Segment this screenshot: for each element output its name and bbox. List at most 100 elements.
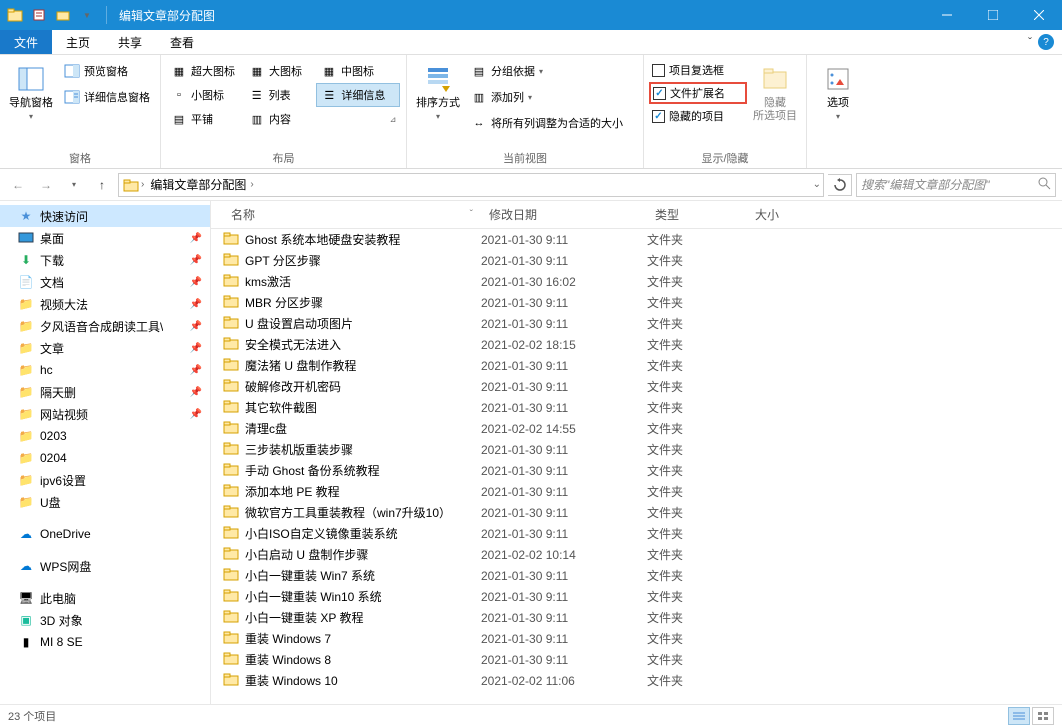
file-modified: 2021-01-30 9:11 [481,632,647,646]
hidden-items-toggle[interactable]: 隐藏的项目 [650,105,746,127]
list-item[interactable]: 三步装机版重装步骤2021-01-30 9:11文件夹 [211,439,1062,460]
nav-wenzhang[interactable]: 📁文章📌 [0,337,210,359]
nav-downloads[interactable]: ⬇下载📌 [0,249,210,271]
close-button[interactable] [1016,0,1062,30]
list-item[interactable]: 清理c盘2021-02-02 14:55文件夹 [211,418,1062,439]
menu-view[interactable]: 查看 [156,30,208,54]
layout-content[interactable]: ▥内容 [245,107,317,131]
list-item[interactable]: 小白一键重装 Win7 系统2021-01-30 9:11文件夹 [211,565,1062,586]
checkbox-checked-icon [653,87,666,100]
preview-pane-button[interactable]: 预览窗格 [60,59,154,83]
menu-file[interactable]: 文件 [0,30,52,54]
view-icons-toggle[interactable] [1032,707,1054,725]
list-item[interactable]: MBR 分区步骤2021-01-30 9:11文件夹 [211,292,1062,313]
col-size[interactable]: 大小 [747,206,827,223]
breadcrumb[interactable]: › 编辑文章部分配图› ⌄ [118,173,824,197]
col-type[interactable]: 类型 [647,206,747,223]
col-name[interactable]: 名称ˇ [223,206,481,223]
breadcrumb-dropdown-icon[interactable]: ⌄ [813,179,821,190]
help-icon[interactable]: ? [1038,34,1054,50]
nav-udisk[interactable]: 📁U盘 [0,491,210,513]
list-item[interactable]: 破解修改开机密码2021-01-30 9:11文件夹 [211,376,1062,397]
nav-mi8se[interactable]: ▮MI 8 SE [0,631,210,653]
breadcrumb-segment[interactable]: 编辑文章部分配图› [144,176,259,193]
minimize-button[interactable] [924,0,970,30]
autofit-button[interactable]: ↔将所有列调整为合适的大小 [467,111,637,135]
nav-websitevid[interactable]: 📁网站视频📌 [0,403,210,425]
list-item[interactable]: 重装 Windows 72021-01-30 9:11文件夹 [211,628,1062,649]
list-item[interactable]: 魔法猪 U 盘制作教程2021-01-30 9:11文件夹 [211,355,1062,376]
layout-medium[interactable]: ▦中图标 [317,59,389,83]
menu-share[interactable]: 共享 [104,30,156,54]
groupby-button[interactable]: ▤分组依据 ▾ [467,59,637,83]
nav-video[interactable]: 📁视频大法📌 [0,293,210,315]
list-item[interactable]: 重装 Windows 102021-02-02 11:06文件夹 [211,670,1062,691]
maximize-button[interactable] [970,0,1016,30]
folder-icon [223,335,239,354]
qat-dropdown-icon[interactable]: ▼ [76,4,98,26]
col-modified[interactable]: 修改日期 [481,206,647,223]
view-details-toggle[interactable] [1008,707,1030,725]
list-item[interactable]: 微软官方工具重装教程（win7升级10）2021-01-30 9:11文件夹 [211,502,1062,523]
refresh-button[interactable] [828,174,852,196]
nav-recent-dropdown[interactable]: ▾ [62,173,86,197]
layout-small[interactable]: ▫小图标 [167,83,245,107]
qat-properties-icon[interactable] [28,4,50,26]
list-item[interactable]: GPT 分区步骤2021-01-30 9:11文件夹 [211,250,1062,271]
nav-hc[interactable]: 📁hc📌 [0,359,210,381]
folder-icon [223,503,239,522]
layout-list[interactable]: ☰列表 [245,83,317,107]
search-input[interactable]: 搜索"编辑文章部分配图" [856,173,1056,197]
large-icons-icon: ▦ [249,63,265,79]
sort-button[interactable]: 排序方式 ▾ [413,59,463,148]
list-item[interactable]: 重装 Windows 82021-01-30 9:11文件夹 [211,649,1062,670]
list-item[interactable]: 小白一键重装 XP 教程2021-01-30 9:11文件夹 [211,607,1062,628]
file-type: 文件夹 [647,231,747,248]
options-button[interactable]: 选项 ▾ [813,59,863,152]
hide-selected-button[interactable]: 隐藏 所选项目 [750,59,800,148]
file-name: 微软官方工具重装教程（win7升级10） [245,504,451,521]
layout-xlarge[interactable]: ▦超大图标 [167,59,245,83]
file-modified: 2021-01-30 9:11 [481,653,647,667]
menu-home[interactable]: 主页 [52,30,104,54]
nav-0204[interactable]: 📁0204 [0,447,210,469]
ribbon-expand-icon[interactable]: ˇ [1028,35,1032,49]
list-item[interactable]: U 盘设置启动项图片2021-01-30 9:11文件夹 [211,313,1062,334]
nav-quickaccess[interactable]: ★快速访问 [0,205,210,227]
nav-voice[interactable]: 📁夕风语音合成朗读工具\📌 [0,315,210,337]
nav-onedrive[interactable]: ☁OneDrive [0,523,210,545]
list-item[interactable]: kms激活2021-01-30 16:02文件夹 [211,271,1062,292]
layout-details[interactable]: ☰详细信息 [316,83,400,107]
nav-gtshan[interactable]: 📁隔天删📌 [0,381,210,403]
nav-pane-button[interactable]: 导航窗格 ▾ [6,59,56,148]
list-item[interactable]: 其它软件截图2021-01-30 9:11文件夹 [211,397,1062,418]
preview-pane-icon [64,63,80,79]
nav-back-button[interactable]: ← [6,173,30,197]
list-item[interactable]: 小白启动 U 盘制作步骤2021-02-02 10:14文件夹 [211,544,1062,565]
details-pane-button[interactable]: 详细信息窗格 [60,85,154,109]
file-name: 重装 Windows 8 [245,651,331,668]
layout-more-icon[interactable]: ⊿ [390,115,397,124]
file-extensions-toggle[interactable]: 文件扩展名 [649,82,747,104]
list-item[interactable]: 安全模式无法进入2021-02-02 18:15文件夹 [211,334,1062,355]
nav-wps[interactable]: ☁WPS网盘 [0,555,210,577]
list-item[interactable]: Ghost 系统本地硬盘安装教程2021-01-30 9:11文件夹 [211,229,1062,250]
layout-tile[interactable]: ▤平铺 [167,107,245,131]
addcols-button[interactable]: ▥添加列 ▾ [467,85,637,109]
nav-0203[interactable]: 📁0203 [0,425,210,447]
qat-newfolder-icon[interactable] [52,4,74,26]
list-item[interactable]: 手动 Ghost 备份系统教程2021-01-30 9:11文件夹 [211,460,1062,481]
nav-forward-button[interactable]: → [34,173,58,197]
pin-icon: 📌 [190,321,202,332]
nav-desktop[interactable]: 桌面📌 [0,227,210,249]
nav-up-button[interactable]: ↑ [90,173,114,197]
nav-thispc[interactable]: 🖥此电脑 [0,587,210,609]
layout-large[interactable]: ▦大图标 [245,59,317,83]
list-item[interactable]: 小白ISO自定义镜像重装系统2021-01-30 9:11文件夹 [211,523,1062,544]
item-checkboxes-toggle[interactable]: 项目复选框 [650,59,746,81]
nav-documents[interactable]: 📄文档📌 [0,271,210,293]
list-item[interactable]: 小白一键重装 Win10 系统2021-01-30 9:11文件夹 [211,586,1062,607]
list-item[interactable]: 添加本地 PE 教程2021-01-30 9:11文件夹 [211,481,1062,502]
nav-3dobjects[interactable]: ▣3D 对象 [0,609,210,631]
nav-ipv6[interactable]: 📁ipv6设置 [0,469,210,491]
